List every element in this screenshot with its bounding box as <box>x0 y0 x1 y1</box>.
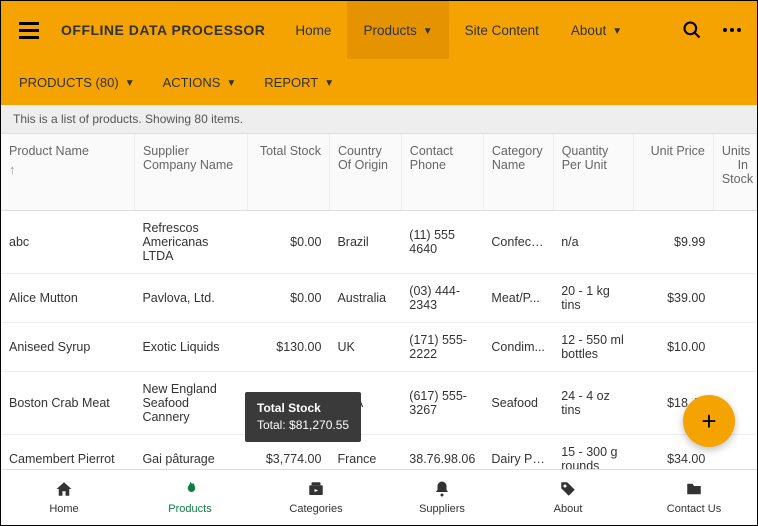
sort-asc-icon: ↑ <box>9 162 126 177</box>
table-row[interactable]: Alice MuttonPavlova, Ltd.$0.00Australia(… <box>1 274 757 323</box>
cell-country: UK <box>329 323 401 372</box>
cell-qty: 12 - 550 ml bottles <box>553 323 633 372</box>
col-product-name[interactable]: Product Name↑ <box>1 134 134 211</box>
cell-category: Seafood <box>483 372 553 435</box>
nav-products[interactable]: Products▼ <box>347 1 448 59</box>
cell-country: Australia <box>329 274 401 323</box>
app-title: OFFLINE DATA PROCESSOR <box>61 22 265 38</box>
cell-phone: 38.76.98.06 <box>401 435 483 472</box>
cell-supplier: Refrescos Americanas LTDA <box>134 211 247 274</box>
cell-qty: 20 - 1 kg tins <box>553 274 633 323</box>
cell-product-name: Camembert Pierrot <box>1 435 134 472</box>
home-icon <box>54 480 74 501</box>
cell-price: $39.00 <box>633 274 713 323</box>
cell-supplier: Exotic Liquids <box>134 323 247 372</box>
cell-product-name: Boston Crab Meat <box>1 372 134 435</box>
bottomnav-about[interactable]: About <box>505 470 631 525</box>
bell-icon <box>433 480 451 501</box>
bottomnav-suppliers[interactable]: Suppliers <box>379 470 505 525</box>
tooltip: Total Stock Total: $81,270.55 <box>245 392 361 442</box>
bottomnav-home[interactable]: Home <box>1 470 127 525</box>
cell-units <box>713 274 756 323</box>
caret-down-icon: ▼ <box>226 78 236 89</box>
cell-qty: n/a <box>553 211 633 274</box>
cell-total-stock: $0.00 <box>247 211 329 274</box>
products-table: Product Name↑ Supplier Company Name Tota… <box>1 134 757 471</box>
cell-supplier: New England Seafood Cannery <box>134 372 247 435</box>
caret-down-icon: ▼ <box>612 26 622 37</box>
cell-product-name: abc <box>1 211 134 274</box>
cell-units <box>713 211 756 274</box>
cell-price: $9.99 <box>633 211 713 274</box>
cell-product-name: Aniseed Syrup <box>1 323 134 372</box>
tooltip-body: Total: $81,270.55 <box>257 417 349 434</box>
fab-add-button[interactable]: + <box>683 395 735 447</box>
col-country[interactable]: Country Of Origin <box>329 134 401 211</box>
cell-units <box>713 323 756 372</box>
plus-icon: + <box>701 406 716 437</box>
cell-category: Meat/P... <box>483 274 553 323</box>
table-row[interactable]: Aniseed SyrupExotic Liquids$130.00UK(171… <box>1 323 757 372</box>
subnav-products[interactable]: PRODUCTS (80)▼ <box>19 75 135 90</box>
tag-icon <box>559 480 577 501</box>
tooltip-title: Total Stock <box>257 400 349 417</box>
sub-bar: PRODUCTS (80)▼ ACTIONS▼ REPORT▼ <box>1 59 757 105</box>
caret-down-icon: ▼ <box>423 26 433 37</box>
hamburger-menu-icon[interactable] <box>19 18 43 42</box>
table-header-row: Product Name↑ Supplier Company Name Tota… <box>1 134 757 211</box>
cell-category: Dairy Products <box>483 435 553 472</box>
subnav-actions[interactable]: ACTIONS▼ <box>163 75 237 90</box>
caret-down-icon: ▼ <box>324 78 334 89</box>
cell-total-stock: $130.00 <box>247 323 329 372</box>
box-icon <box>306 480 326 501</box>
search-icon[interactable] <box>677 15 707 45</box>
cell-phone: (03) 444-2343 <box>401 274 483 323</box>
table-wrap: Product Name↑ Supplier Company Name Tota… <box>1 134 757 471</box>
cell-supplier: Gai pâturage <box>134 435 247 472</box>
caret-down-icon: ▼ <box>125 78 135 89</box>
cell-phone: (11) 555 4640 <box>401 211 483 274</box>
bottomnav-categories[interactable]: Categories <box>253 470 379 525</box>
cell-category: Condim... <box>483 323 553 372</box>
cell-phone: (171) 555-2222 <box>401 323 483 372</box>
more-icon[interactable] <box>717 15 747 45</box>
nav-site-content[interactable]: Site Content <box>449 1 555 59</box>
col-total-stock[interactable]: Total Stock <box>247 134 329 211</box>
top-bar: OFFLINE DATA PROCESSOR Home Products▼ Si… <box>1 1 757 59</box>
cell-price: $10.00 <box>633 323 713 372</box>
table-row[interactable]: Camembert PierrotGai pâturage$3,774.00Fr… <box>1 435 757 472</box>
cell-supplier: Pavlova, Ltd. <box>134 274 247 323</box>
cell-qty: 24 - 4 oz tins <box>553 372 633 435</box>
cell-phone: (617) 555-3267 <box>401 372 483 435</box>
bottom-nav: Home Products Categories Suppliers About… <box>1 469 757 525</box>
col-units-in-stock[interactable]: Units In Stock <box>713 134 756 211</box>
col-category[interactable]: Category Name <box>483 134 553 211</box>
col-supplier[interactable]: Supplier Company Name <box>134 134 247 211</box>
bottomnav-products[interactable]: Products <box>127 470 253 525</box>
folder-icon <box>684 480 704 501</box>
nav-home[interactable]: Home <box>279 1 347 59</box>
nav-items: Home Products▼ Site Content About▼ <box>279 1 638 59</box>
subnav-report[interactable]: REPORT▼ <box>264 75 334 90</box>
fire-icon <box>181 480 199 501</box>
col-phone[interactable]: Contact Phone <box>401 134 483 211</box>
cell-product-name: Alice Mutton <box>1 274 134 323</box>
info-strip: This is a list of products. Showing 80 i… <box>1 105 757 134</box>
table-row[interactable]: Boston Crab MeatNew England Seafood Cann… <box>1 372 757 435</box>
col-unit-price[interactable]: Unit Price <box>633 134 713 211</box>
cell-total-stock: $0.00 <box>247 274 329 323</box>
cell-country: Brazil <box>329 211 401 274</box>
cell-category: Confecti... <box>483 211 553 274</box>
cell-qty: 15 - 300 g rounds <box>553 435 633 472</box>
bottomnav-contact[interactable]: Contact Us <box>631 470 757 525</box>
col-qty[interactable]: Quantity Per Unit <box>553 134 633 211</box>
nav-about[interactable]: About▼ <box>555 1 638 59</box>
table-row[interactable]: abcRefrescos Americanas LTDA$0.00Brazil(… <box>1 211 757 274</box>
